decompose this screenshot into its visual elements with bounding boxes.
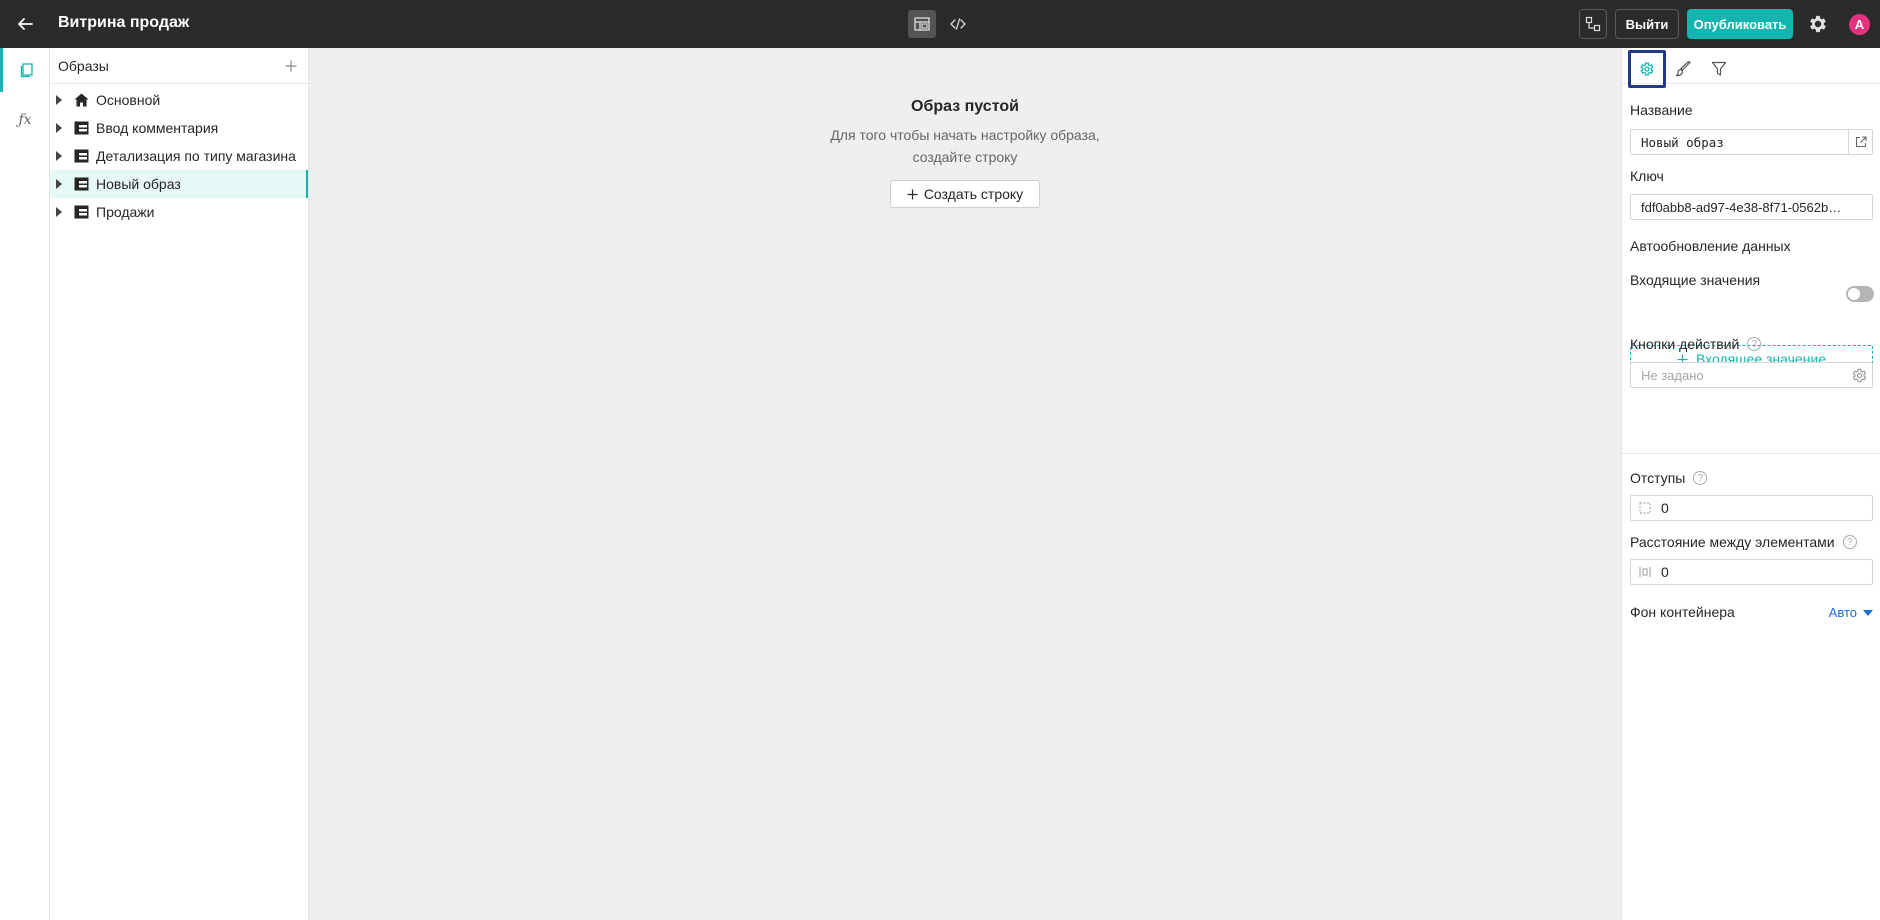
layout-icon	[914, 17, 930, 31]
tree-item-label: Основной	[96, 92, 161, 108]
add-image-button[interactable]	[282, 57, 300, 75]
gear-icon[interactable]	[1807, 13, 1829, 35]
container-background-select[interactable]: Авто	[1829, 605, 1873, 620]
container-background-row: Фон контейнера Авто	[1630, 604, 1873, 624]
table-icon	[74, 177, 89, 191]
section-divider	[1622, 453, 1880, 454]
tree-title: Образы	[58, 58, 109, 74]
caret-right-icon[interactable]	[56, 207, 62, 217]
plus-icon	[907, 188, 918, 200]
gap-icon	[1639, 567, 1651, 577]
padding-icon	[1639, 502, 1651, 514]
padding-field-wrapper	[1630, 495, 1873, 521]
open-name-editor-button[interactable]	[1848, 130, 1872, 154]
name-label: Название	[1630, 102, 1693, 118]
design-canvas: Образ пустой Для того чтобы начать настр…	[309, 48, 1621, 920]
structure-button[interactable]	[1579, 9, 1607, 39]
code-mode-button[interactable]	[944, 10, 972, 38]
table-icon	[74, 205, 89, 219]
tree-list: Основной Ввод комментария Детализация по…	[50, 84, 308, 226]
padding-input[interactable]	[1655, 496, 1870, 520]
table-icon	[74, 121, 89, 135]
tree-item-label: Новый образ	[96, 176, 181, 192]
pages-icon	[20, 63, 33, 78]
properties-tabs	[1622, 48, 1880, 88]
autoupdate-toggle[interactable]	[1846, 286, 1874, 302]
tree-item-new-image[interactable]: Новый образ	[50, 170, 308, 198]
key-field-wrapper	[1630, 194, 1873, 220]
gear-icon	[1640, 62, 1654, 76]
gap-input[interactable]	[1655, 560, 1870, 584]
incoming-values-label: Входящие значения	[1630, 272, 1761, 288]
key-input[interactable]	[1631, 195, 1871, 219]
action-buttons-label-row: Кнопки действий ?	[1630, 336, 1762, 352]
structure-icon	[1585, 16, 1601, 32]
tree-item-label: Продажи	[96, 204, 155, 220]
table-icon	[74, 149, 89, 163]
caret-right-icon[interactable]	[56, 179, 62, 189]
container-background-label: Фон контейнера	[1630, 604, 1735, 620]
avatar[interactable]: А	[1849, 14, 1870, 35]
filter-icon	[1711, 61, 1727, 76]
create-row-label: Создать строку	[923, 186, 1024, 202]
caret-right-icon[interactable]	[56, 123, 62, 133]
tree-item-label: Ввод комментария	[96, 120, 219, 136]
caret-down-icon	[1863, 609, 1873, 616]
help-icon[interactable]: ?	[1747, 337, 1762, 351]
brush-icon	[1676, 61, 1691, 77]
gap-label: Расстояние между элементами	[1630, 534, 1835, 550]
plus-icon	[285, 60, 297, 72]
tab-style[interactable]	[1665, 50, 1703, 88]
key-label: Ключ	[1630, 168, 1664, 184]
help-icon[interactable]: ?	[1842, 535, 1857, 549]
app-title: Витрина продаж	[58, 14, 190, 31]
publish-button[interactable]: Опубликовать	[1687, 9, 1793, 39]
gap-label-row: Расстояние между элементами ?	[1630, 534, 1857, 550]
home-icon	[74, 93, 89, 107]
tree-item-sales[interactable]: Продажи	[50, 198, 308, 226]
tree-item-store-type-details[interactable]: Детализация по типу магазина	[50, 142, 308, 170]
padding-label: Отступы	[1630, 470, 1686, 486]
images-tree-panel: Образы Основной Ввод комментария Детализ…	[50, 48, 309, 920]
gap-field-wrapper	[1630, 559, 1873, 585]
tab-settings[interactable]	[1628, 50, 1666, 88]
back-button[interactable]	[12, 11, 38, 37]
container-background-value: Авто	[1828, 605, 1857, 620]
function-icon: ƒx	[18, 112, 32, 128]
tab-filter[interactable]	[1700, 50, 1738, 88]
design-mode-button[interactable]	[908, 10, 936, 38]
code-icon	[950, 18, 966, 30]
autoupdate-label: Автообновление данных	[1630, 238, 1791, 254]
name-input[interactable]	[1631, 130, 1841, 154]
exit-button[interactable]: Выйти	[1615, 9, 1679, 39]
tree-item-label: Детализация по типу магазина	[96, 148, 296, 164]
left-rail: ƒx	[0, 48, 50, 920]
tree-item-comment-input[interactable]: Ввод комментария	[50, 114, 308, 142]
caret-right-icon[interactable]	[56, 95, 62, 105]
empty-state-title: Образ пустой	[911, 98, 1019, 115]
action-buttons-label: Кнопки действий	[1630, 336, 1740, 352]
padding-label-row: Отступы ?	[1630, 470, 1708, 486]
tree-item-osnovnoy[interactable]: Основной	[50, 86, 308, 114]
tree-header: Образы	[50, 48, 308, 84]
top-bar: Витрина продаж Выйти Опубликовать А	[0, 0, 1880, 48]
properties-panel: Название Ключ Автообновление данных Вход…	[1621, 48, 1880, 920]
empty-state-description: Для того чтобы начать настройку образа, …	[830, 127, 1100, 165]
rail-pages-button[interactable]	[0, 48, 50, 92]
name-field-wrapper	[1630, 129, 1873, 155]
rail-formulas-button[interactable]: ƒx	[0, 98, 50, 142]
external-edit-icon	[1855, 136, 1867, 148]
gear-icon[interactable]	[1851, 367, 1868, 384]
help-icon[interactable]: ?	[1693, 471, 1708, 485]
arrow-left-icon	[18, 18, 33, 30]
action-buttons-input[interactable]	[1631, 363, 1841, 387]
action-buttons-field-wrapper	[1630, 362, 1873, 388]
caret-right-icon[interactable]	[56, 151, 62, 161]
create-row-button[interactable]: Создать строку	[890, 180, 1040, 208]
